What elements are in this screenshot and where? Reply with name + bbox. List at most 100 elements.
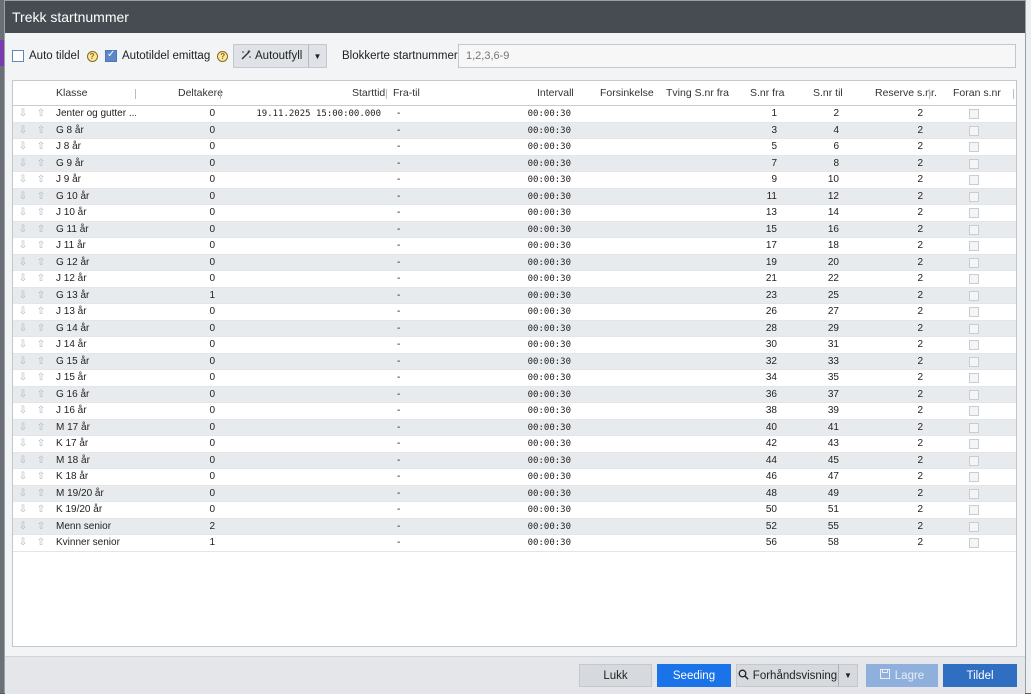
col-header-starttid[interactable]: Starttid: [352, 81, 385, 106]
move-up-icon[interactable]: ⇧: [36, 123, 46, 139]
cell-intervall[interactable]: 00:00:30: [513, 106, 571, 122]
cell-deltakere[interactable]: 2: [163, 519, 215, 535]
cell-fratil[interactable]: -: [397, 156, 407, 172]
cell-fratil[interactable]: -: [397, 288, 407, 304]
table-row[interactable]: ⇩ ⇧ J 15 år 0 - 00:00:30 34 35 2: [13, 370, 1016, 387]
cell-snrfra[interactable]: 7: [733, 156, 777, 172]
move-up-icon[interactable]: ⇧: [36, 189, 46, 205]
foran-snr-checkbox[interactable]: [969, 307, 979, 317]
table-row[interactable]: ⇩ ⇧ J 16 år 0 - 00:00:30 38 39 2: [13, 403, 1016, 420]
cell-snrtil[interactable]: 55: [793, 519, 839, 535]
move-down-icon[interactable]: ⇩: [18, 238, 28, 254]
cell-snrtil[interactable]: 8: [793, 156, 839, 172]
cell-starttid[interactable]: [229, 519, 381, 535]
cell-deltakere[interactable]: 0: [163, 469, 215, 485]
foran-snr-checkbox[interactable]: [969, 488, 979, 499]
cell-reserve[interactable]: 2: [873, 321, 923, 337]
cell-snrfra[interactable]: 19: [733, 255, 777, 271]
cell-reserve[interactable]: 2: [873, 156, 923, 172]
move-up-icon[interactable]: ⇧: [36, 420, 46, 436]
cell-snrtil[interactable]: 31: [793, 337, 839, 353]
cell-snrtil[interactable]: 41: [793, 420, 839, 436]
cell-starttid[interactable]: [229, 189, 381, 205]
cell-deltakere[interactable]: 0: [163, 403, 215, 419]
move-down-icon[interactable]: ⇩: [18, 387, 28, 403]
col-header-tving-snr-fra[interactable]: Tving S.nr fra: [666, 81, 729, 106]
cell-snrtil[interactable]: 43: [793, 436, 839, 452]
cell-snrtil[interactable]: 35: [793, 370, 839, 386]
cell-intervall[interactable]: 00:00:30: [513, 139, 571, 155]
move-down-icon[interactable]: ⇩: [18, 271, 28, 287]
table-row[interactable]: ⇩ ⇧ G 16 år 0 - 00:00:30 36 37 2: [13, 386, 1016, 403]
cell-klasse[interactable]: G 16 år: [56, 387, 136, 403]
foran-snr-checkbox[interactable]: [969, 356, 979, 367]
cell-klasse[interactable]: G 14 år: [56, 321, 136, 337]
cell-klasse[interactable]: K 17 år: [56, 436, 136, 452]
cell-intervall[interactable]: 00:00:30: [513, 502, 571, 518]
cell-snrfra[interactable]: 48: [733, 486, 777, 502]
column-separator[interactable]: [386, 89, 387, 99]
table-row[interactable]: ⇩ ⇧ M 18 år 0 - 00:00:30 44 45 2: [13, 452, 1016, 469]
cell-snrtil[interactable]: 10: [793, 172, 839, 188]
col-header-snr-til[interactable]: S.nr til: [813, 81, 843, 106]
cell-snrfra[interactable]: 23: [733, 288, 777, 304]
table-row[interactable]: ⇩ ⇧ J 12 år 0-00:00:30 21 22 2: [13, 271, 1016, 288]
table-row[interactable]: ⇩ ⇧ J 8 år 0 - 00:00:30 5 6 2: [13, 139, 1016, 156]
cell-deltakere[interactable]: 0: [163, 139, 215, 155]
cell-snrfra[interactable]: 11: [733, 189, 777, 205]
cell-intervall[interactable]: 00:00:30: [513, 453, 571, 469]
cell-fratil[interactable]: -: [397, 189, 407, 205]
cell-intervall[interactable]: 00:00:30: [513, 486, 571, 502]
cell-intervall[interactable]: 00:00:30: [513, 288, 571, 304]
cell-klasse[interactable]: J 10 år: [56, 205, 136, 221]
cell-starttid[interactable]: [229, 354, 381, 370]
cell-intervall[interactable]: 00:00:30: [513, 535, 571, 551]
cell-starttid[interactable]: [229, 436, 381, 452]
cell-klasse[interactable]: G 15 år: [56, 354, 136, 370]
col-header-klasse[interactable]: Klasse: [56, 81, 88, 106]
cell-klasse[interactable]: J 14 år: [56, 337, 136, 353]
move-up-icon[interactable]: ⇧: [36, 288, 46, 304]
cell-intervall[interactable]: 00:00:30: [513, 337, 571, 353]
move-up-icon[interactable]: ⇧: [36, 436, 46, 452]
move-up-icon[interactable]: ⇧: [36, 304, 46, 320]
table-row[interactable]: ⇩ ⇧ K 17 år 0 - 00:00:30 42 43 2: [13, 436, 1016, 453]
table-row[interactable]: ⇩ ⇧ Menn senior 2 - 00:00:30 52 55 2: [13, 518, 1016, 535]
cell-snrtil[interactable]: 22: [793, 271, 839, 287]
cell-starttid[interactable]: [229, 172, 381, 188]
move-up-icon[interactable]: ⇧: [36, 222, 46, 238]
table-row[interactable]: ⇩ ⇧ G 9 år 0 - 00:00:30 7 8 2: [13, 155, 1016, 172]
cell-deltakere[interactable]: 0: [163, 123, 215, 139]
column-separator[interactable]: [135, 89, 136, 99]
cell-snrfra[interactable]: 38: [733, 403, 777, 419]
cell-starttid[interactable]: [229, 139, 381, 155]
col-header-snr-fra[interactable]: S.nr fra: [750, 81, 784, 106]
foran-snr-checkbox[interactable]: [969, 290, 979, 301]
cell-snrfra[interactable]: 52: [733, 519, 777, 535]
cell-fratil[interactable]: -: [397, 403, 407, 419]
cell-snrtil[interactable]: 27: [793, 304, 839, 320]
cell-starttid[interactable]: [229, 238, 381, 254]
cell-reserve[interactable]: 2: [873, 453, 923, 469]
cell-deltakere[interactable]: 0: [163, 354, 215, 370]
move-down-icon[interactable]: ⇩: [18, 288, 28, 304]
cell-snrfra[interactable]: 26: [733, 304, 777, 320]
cell-snrfra[interactable]: 30: [733, 337, 777, 353]
table-row[interactable]: ⇩ ⇧ M 19/20 år 0 - 00:00:30 48 49 2: [13, 485, 1016, 502]
cell-intervall[interactable]: 00:00:30: [513, 271, 571, 287]
cell-snrfra[interactable]: 9: [733, 172, 777, 188]
cell-fratil[interactable]: -: [397, 469, 407, 485]
column-separator[interactable]: [220, 89, 221, 99]
cell-fratil[interactable]: -: [397, 304, 407, 320]
table-row[interactable]: ⇩ ⇧ Kvinner senior 1 - 00:00:30 56 58 2: [13, 535, 1016, 552]
cell-intervall[interactable]: 00:00:30: [513, 436, 571, 452]
cell-klasse[interactable]: K 18 år: [56, 469, 136, 485]
move-down-icon[interactable]: ⇩: [18, 519, 28, 535]
cell-fratil[interactable]: -: [397, 453, 407, 469]
cell-snrtil[interactable]: 33: [793, 354, 839, 370]
cell-snrfra[interactable]: 44: [733, 453, 777, 469]
cell-reserve[interactable]: 2: [873, 271, 923, 287]
cell-intervall[interactable]: 00:00:30: [513, 321, 571, 337]
cell-starttid[interactable]: [229, 502, 381, 518]
cell-fratil[interactable]: -: [397, 271, 407, 287]
